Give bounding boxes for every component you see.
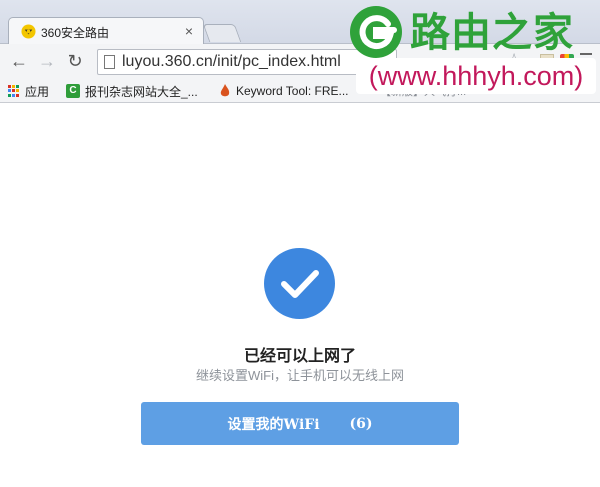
success-subtitle: 继续设置WiFi，让手机可以无线上网: [196, 368, 404, 383]
page-icon: [104, 55, 115, 69]
setup-wifi-button[interactable]: 设置我的WiFi (6): [141, 402, 459, 445]
tab-title: 360安全路由: [41, 26, 110, 40]
c-logo-icon: C: [66, 84, 80, 98]
page-content: 已经可以上网了 继续设置WiFi，让手机可以无线上网 设置我的WiFi (6): [0, 104, 600, 487]
reload-icon[interactable]: ↻: [64, 50, 86, 72]
watermark-url: (www.hhhyh.com): [356, 58, 596, 94]
success-title: 已经可以上网了: [243, 348, 356, 365]
browser-tab[interactable]: 360安全路由 ×: [8, 17, 204, 45]
bookmark-magazines[interactable]: C 报刊杂志网站大全_...: [66, 82, 198, 100]
360-favicon-icon: [21, 24, 36, 39]
setup-wifi-label: 设置我的WiFi: [227, 416, 320, 433]
apps-grid-icon: [8, 85, 20, 97]
bookmark-keyword-tool[interactable]: Keyword Tool: FRE...: [220, 82, 349, 100]
tab-close-icon[interactable]: ×: [185, 22, 193, 40]
watermark-title: 路由之家: [410, 10, 574, 56]
bookmark-label: Keyword Tool: FRE...: [236, 84, 349, 98]
new-tab-button[interactable]: [202, 24, 242, 42]
url-text[interactable]: luyou.360.cn/init/pc_index.html: [122, 53, 341, 71]
back-icon[interactable]: ←: [8, 50, 30, 72]
bookmark-label: 报刊杂志网站大全_...: [85, 84, 198, 99]
countdown: (6): [349, 415, 373, 432]
flame-icon: [220, 84, 230, 97]
bookmark-apps[interactable]: 应用: [8, 82, 49, 100]
watermark-logo-icon: [350, 6, 402, 58]
forward-icon[interactable]: →: [36, 50, 58, 72]
bookmark-label: 应用: [25, 84, 50, 99]
success-check-icon: [264, 248, 335, 319]
